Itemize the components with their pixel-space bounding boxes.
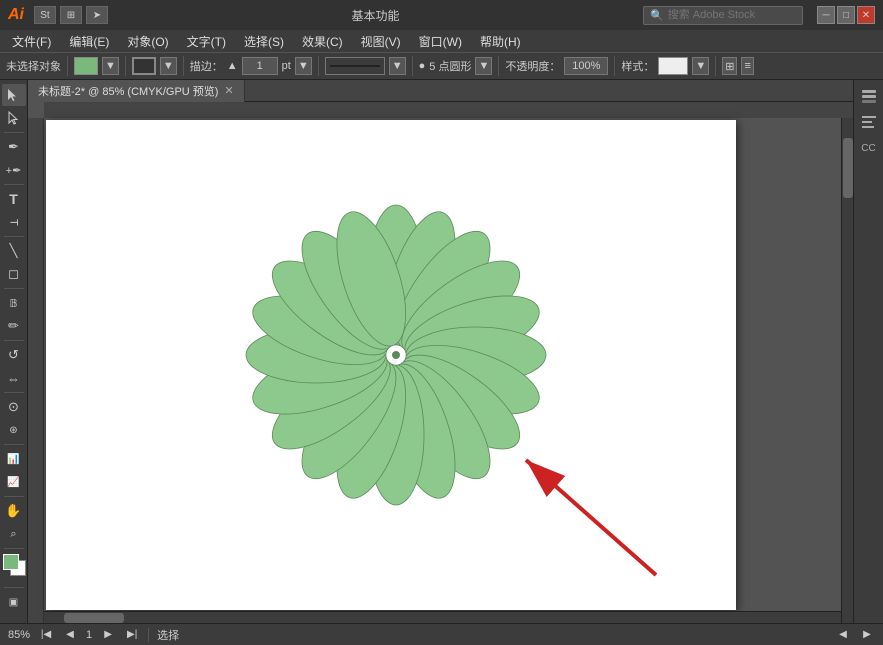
style-label: 样式： — [621, 58, 654, 74]
menu-object[interactable]: 对象(O) — [119, 31, 176, 52]
color-swatch-group — [2, 554, 26, 584]
horizontal-scrollbar[interactable] — [44, 611, 841, 623]
window-controls: ─ □ ✕ — [817, 6, 875, 24]
change-screen-mode-btn[interactable]: ▣ — [2, 591, 26, 613]
brush-size-label: ● — [419, 60, 426, 72]
v-scroll-thumb[interactable] — [843, 138, 853, 198]
workspace-layout-icon[interactable]: ⊞ — [60, 6, 82, 24]
vertical-scrollbar[interactable] — [841, 118, 853, 623]
zoom-level: 85% — [8, 629, 30, 641]
fg-color-swatch[interactable] — [3, 554, 19, 570]
stroke-unit-dropdown[interactable]: ▼ — [295, 57, 312, 75]
stroke-arrow-up[interactable]: ▲ — [227, 60, 238, 72]
fill-color-swatch[interactable] — [74, 57, 98, 75]
layers-panel-btn[interactable] — [857, 84, 881, 108]
next-page-end-btn[interactable]: ▶| — [124, 627, 140, 643]
rotate-tool-btn[interactable]: ↺ — [2, 344, 26, 366]
add-anchor-tool-btn[interactable]: +✒ — [2, 159, 26, 181]
page-number: 1 — [86, 629, 92, 641]
search-icon: 🔍 — [650, 9, 664, 22]
search-box[interactable]: 🔍 — [643, 6, 803, 25]
artboard: G×网 — [46, 120, 736, 610]
menu-edit[interactable]: 编辑(E) — [61, 31, 117, 52]
style-swatch[interactable] — [658, 57, 688, 75]
brush-dropdown[interactable]: ▼ — [475, 57, 492, 75]
options-bar: 未选择对象 ▼ ▼ 描边： ▲ pt ▼ ▼ ● 5 点圆形 ▼ 不透明度： 样… — [0, 52, 883, 80]
arrange-icon[interactable]: ⊞ — [722, 57, 737, 75]
fill-dropdown[interactable]: ▼ — [102, 57, 119, 75]
paintbrush-tool-btn[interactable]: 𝔹 — [2, 292, 26, 314]
maximize-button[interactable]: □ — [837, 6, 855, 24]
main-area: ✒ +✒ T T ╲ ◻ 𝔹 ✏ ↺ ⇔ ⊙ ⊛ 📊 📈 ✋ ⌕ ▣ — [0, 80, 883, 623]
opacity-label: 不透明度： — [505, 58, 560, 74]
stroke-style-dropdown[interactable]: ▼ — [389, 57, 406, 75]
stroke-dropdown[interactable]: ▼ — [160, 57, 177, 75]
brush-label: 5 点圆形 — [429, 58, 471, 74]
tab-bar: 未标题-2* @ 85% (CMYK/GPU 预览) ✕ — [28, 80, 853, 102]
pencil-tool-btn[interactable]: ✏ — [2, 315, 26, 337]
stroke-unit: pt — [282, 60, 291, 72]
tab-close-button[interactable]: ✕ — [224, 84, 233, 97]
stroke-label: 描边： — [190, 58, 223, 74]
stroke-color-swatch[interactable] — [132, 57, 156, 75]
hand-tool-btn[interactable]: ✋ — [2, 500, 26, 522]
shape-tool-btn[interactable]: ◻ — [2, 263, 26, 285]
libraries-icon[interactable]: St — [34, 6, 56, 24]
zoom-tool-btn[interactable]: ⌕ — [2, 523, 26, 545]
tab-title: 未标题-2* @ 85% (CMYK/GPU 预览) — [38, 83, 218, 99]
graph-tool-btn[interactable]: 📊 — [2, 448, 26, 470]
right-panel: CC — [853, 80, 883, 623]
status-arrow-left[interactable]: ◀ — [835, 627, 851, 643]
status-bar: 85% |◀ ◀ 1 ▶ ▶| 选择 ◀ ▶ — [0, 623, 883, 645]
prev-page-start-btn[interactable]: |◀ — [38, 627, 54, 643]
blend-tool-btn[interactable]: ⊙ — [2, 396, 26, 418]
share-icon[interactable]: ➤ — [86, 6, 108, 24]
direct-selection-tool-btn[interactable] — [2, 107, 26, 129]
style-dropdown[interactable]: ▼ — [692, 57, 709, 75]
menu-effect[interactable]: 效果(C) — [294, 31, 351, 52]
opacity-input[interactable] — [564, 57, 608, 75]
more-options-icon[interactable]: ≡ — [741, 57, 753, 75]
ai-logo: Ai — [8, 6, 24, 24]
close-button[interactable]: ✕ — [857, 6, 875, 24]
menu-bar: 文件(F) 编辑(E) 对象(O) 文字(T) 选择(S) 效果(C) 视图(V… — [0, 30, 883, 52]
canvas-viewport[interactable]: /* ruler ticks rendered via SVG */ G×网 — [28, 102, 853, 623]
minimize-button[interactable]: ─ — [817, 6, 835, 24]
stroke-width-input[interactable] — [242, 57, 278, 75]
line-tool-btn[interactable]: ╲ — [2, 240, 26, 262]
stroke-style-preview — [325, 57, 385, 75]
menu-help[interactable]: 帮助(H) — [472, 31, 529, 52]
title-icon-group: St ⊞ ➤ — [34, 6, 108, 24]
title-bar: Ai St ⊞ ➤ 基本功能 🔍 ─ □ ✕ — [0, 0, 883, 30]
ruler-vertical — [28, 118, 44, 623]
menu-file[interactable]: 文件(F) — [4, 31, 59, 52]
canvas-tab[interactable]: 未标题-2* @ 85% (CMYK/GPU 预览) ✕ — [28, 80, 245, 102]
cc-libraries-btn[interactable]: CC — [857, 136, 881, 160]
no-selection-label: 未选择对象 — [6, 58, 61, 74]
search-input[interactable] — [668, 9, 788, 21]
left-toolbar: ✒ +✒ T T ╲ ◻ 𝔹 ✏ ↺ ⇔ ⊙ ⊛ 📊 📈 ✋ ⌕ ▣ — [0, 80, 28, 623]
h-scroll-thumb[interactable] — [64, 613, 124, 623]
ruler-horizontal: /* ruler ticks rendered via SVG */ — [44, 102, 853, 118]
reflect-tool-btn[interactable]: ⇔ — [2, 367, 26, 389]
menu-type[interactable]: 文字(T) — [179, 31, 234, 52]
menu-select[interactable]: 选择(S) — [236, 31, 292, 52]
selection-tool-btn[interactable] — [2, 84, 26, 106]
menu-window[interactable]: 窗口(W) — [411, 31, 470, 52]
pen-tool-btn[interactable]: ✒ — [2, 136, 26, 158]
red-arrow-annotation — [476, 430, 636, 560]
current-tool-label: 选择 — [157, 627, 179, 643]
properties-panel-btn[interactable] — [857, 110, 881, 134]
canvas-area: 未标题-2* @ 85% (CMYK/GPU 预览) ✕ /* ruler ti… — [28, 80, 853, 623]
workspace-label: 基本功能 — [114, 7, 637, 24]
vertical-type-tool-btn[interactable]: T — [2, 211, 26, 233]
type-tool-btn[interactable]: T — [2, 188, 26, 210]
next-page-btn[interactable]: ▶ — [100, 627, 116, 643]
bar-graph-tool-btn[interactable]: 📈 — [2, 471, 26, 493]
symbol-tool-btn[interactable]: ⊛ — [2, 419, 26, 441]
menu-view[interactable]: 视图(V) — [353, 31, 409, 52]
status-arrow-right[interactable]: ▶ — [859, 627, 875, 643]
prev-page-btn[interactable]: ◀ — [62, 627, 78, 643]
